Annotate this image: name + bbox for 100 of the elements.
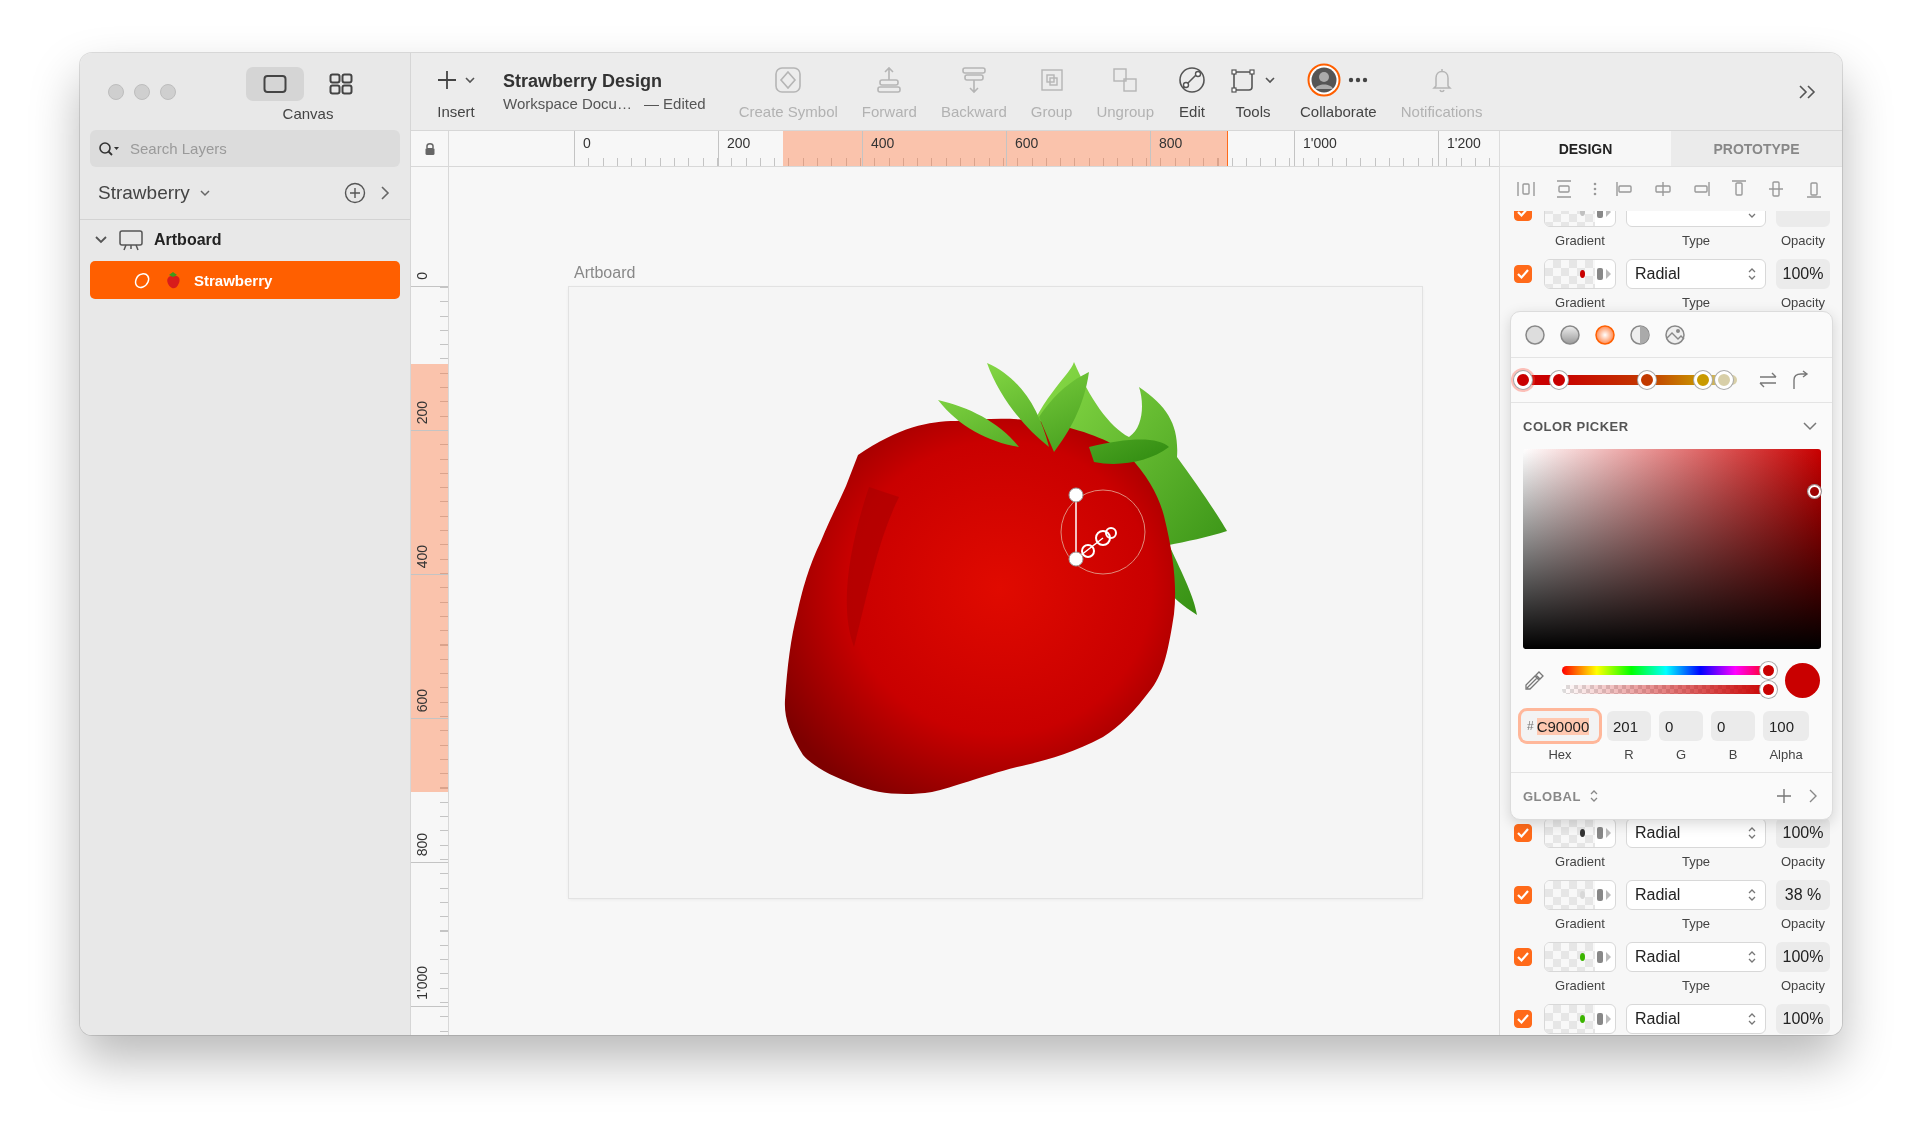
saturation-area[interactable] [1523,449,1821,649]
fill-checkbox[interactable] [1514,1010,1532,1028]
single-view-icon [263,74,287,94]
angular-fill-button[interactable] [1628,322,1652,347]
opacity-field[interactable]: 100% [1776,1004,1830,1034]
type-select[interactable]: Radial [1626,1004,1766,1034]
linear-fill-icon [1559,323,1581,346]
chevron-down-icon [1264,76,1276,84]
ruler-label: 600 [1014,135,1039,151]
linear-fill-button[interactable] [1558,322,1582,347]
fill-checkbox[interactable] [1514,265,1532,283]
field-label: Opacity [1779,233,1827,248]
opacity-field[interactable]: 100% [1776,259,1830,289]
image-fill-icon [1664,323,1686,346]
tools-button[interactable]: Tools [1227,63,1279,120]
overflow-icon[interactable] [1798,83,1818,100]
field-label: Alpha [1769,747,1803,762]
gradient-stop[interactable] [1514,371,1532,389]
vector-edit-icon [1178,66,1206,94]
ruler-label: 600 [414,688,430,712]
align-center-icon[interactable] [1653,179,1673,199]
layer-name: Artboard [154,231,222,249]
gradient-preview[interactable] [1544,942,1616,972]
symbol-icon [774,66,803,94]
insert-button[interactable]: Insert [433,63,479,120]
rotate-icon[interactable] [1791,370,1809,390]
ruler-label: 400 [414,544,430,568]
gradient-preview[interactable] [1544,1004,1616,1034]
edit-button[interactable]: Edit [1175,63,1209,120]
ruler-label: 1'000 [414,966,430,1000]
slider-thumb[interactable] [1760,681,1777,698]
plus-icon[interactable] [1776,788,1792,804]
value-field[interactable]: 100 [1763,711,1809,741]
field-label: Gradient [1554,295,1606,310]
artboard-icon [118,229,144,251]
up-down-icon [1588,789,1599,803]
ruler-label: 1'200 [1446,135,1481,151]
ruler-label: 400 [870,135,895,151]
gradient-preview[interactable] [1544,259,1616,289]
up-down-icon [1747,825,1757,841]
value-field[interactable]: 0 [1659,711,1703,741]
search-input[interactable]: Search Layers [128,139,392,158]
avatar [1307,63,1342,97]
view-label: Canvas [282,105,334,122]
type-select[interactable]: Radial [1626,880,1766,910]
add-page-icon[interactable] [344,182,366,204]
chevron-down-icon[interactable] [1802,421,1818,431]
value-field[interactable]: 201 [1607,711,1651,741]
field-label: Gradient [1554,233,1606,248]
slider-thumb[interactable] [1760,662,1777,679]
ruler-label: 0 [582,135,591,151]
field-label: Type [1680,916,1712,931]
solid-fill-button[interactable] [1523,322,1547,347]
value-field[interactable]: 0 [1711,711,1755,741]
layer-row[interactable]: Artboard [80,220,410,260]
plus-icon [436,69,458,91]
strawberry-drawing[interactable] [784,362,1227,794]
gradient-preview[interactable] [1544,818,1616,848]
up-down-icon [1747,266,1757,282]
opacity-field[interactable]: 100% [1776,818,1830,848]
type-select[interactable]: Radial [1626,818,1766,848]
document-location: Workspace Docu… [503,95,632,112]
type-select[interactable]: Radial [1626,942,1766,972]
search-bar[interactable]: Search Layers [90,130,400,167]
align-bottom-icon[interactable] [1804,179,1824,199]
hex-field[interactable]: # C90000 [1521,711,1599,741]
swap-icon[interactable] [1757,371,1779,389]
gradient-handles[interactable] [1060,487,1146,575]
color-handle[interactable] [1808,485,1821,498]
gradient-stop[interactable] [1550,371,1569,389]
fill-checkbox[interactable] [1514,886,1532,904]
section-title: COLOR PICKER [1523,418,1629,434]
fill-checkbox[interactable] [1514,824,1532,842]
field-label: Opacity [1779,854,1827,869]
solid-fill-icon [1524,323,1546,346]
radial-fill-button[interactable] [1593,322,1617,347]
field-label: Type [1680,233,1712,248]
chevron-down-icon [199,189,210,197]
disclosure-icon[interactable] [94,235,108,245]
canvas-view-button[interactable] [246,67,304,101]
gradient-preview[interactable] [1544,880,1616,910]
opacity-field[interactable]: 100% [1776,942,1830,972]
chevron-right-icon[interactable] [1808,788,1818,804]
chevron-right-icon[interactable] [380,185,390,201]
page-selector[interactable]: Strawberry [98,182,210,204]
search-icon [98,140,120,157]
layer-forward-icon [875,66,904,94]
image-fill-button[interactable] [1663,322,1687,347]
chevron-down-icon [464,76,476,84]
ruler-label: 1'000 [1302,135,1337,151]
opacity-field[interactable]: 38 % [1776,880,1830,910]
distribute-horizontal-icon[interactable] [1516,179,1536,199]
document-title: Strawberry Design [503,71,664,92]
gradient-stop[interactable] [1638,371,1657,389]
fill-checkbox[interactable] [1514,948,1532,966]
lock-icon[interactable] [423,141,436,156]
type-select[interactable]: Radial [1626,259,1766,289]
collaborate-button[interactable]: Collaborate [1297,63,1380,120]
ruler-label: 0 [414,272,430,280]
gradient-stop[interactable] [1693,371,1712,389]
